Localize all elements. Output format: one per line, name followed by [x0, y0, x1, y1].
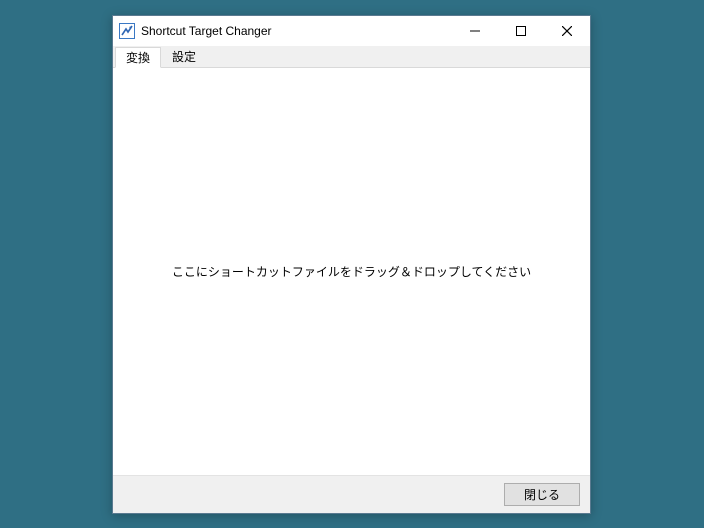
close-button[interactable] [544, 16, 590, 45]
window-controls [452, 16, 590, 46]
close-dialog-button[interactable]: 閉じる [504, 483, 580, 506]
tab-label: 変換 [126, 51, 150, 65]
tab-settings[interactable]: 設定 [161, 46, 207, 67]
app-window: Shortcut Target Changer 変換 設定 ここにショートカット… [112, 15, 591, 514]
drop-zone[interactable]: ここにショートカットファイルをドラッグ＆ドロップしてください [113, 68, 590, 475]
window-title: Shortcut Target Changer [141, 24, 452, 38]
titlebar[interactable]: Shortcut Target Changer [113, 16, 590, 46]
drop-zone-label: ここにショートカットファイルをドラッグ＆ドロップしてください [172, 263, 531, 280]
tab-label: 設定 [172, 50, 196, 64]
tabstrip: 変換 設定 [113, 46, 590, 68]
tab-convert[interactable]: 変換 [115, 47, 161, 68]
minimize-button[interactable] [452, 16, 498, 45]
button-label: 閉じる [524, 486, 560, 503]
footer: 閉じる [113, 475, 590, 513]
maximize-button[interactable] [498, 16, 544, 45]
app-icon [119, 23, 135, 39]
